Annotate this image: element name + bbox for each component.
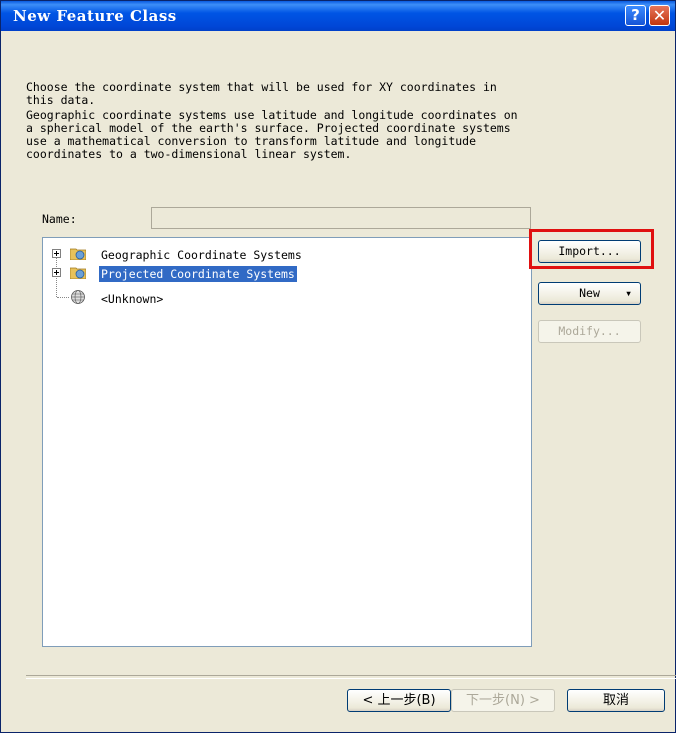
back-button[interactable]: < 上一步(B)	[347, 689, 451, 712]
tree-item-label: Projected Coordinate Systems	[99, 266, 297, 282]
footer-separator	[26, 675, 676, 679]
next-button[interactable]: 下一步(N) >	[451, 689, 555, 712]
help-button[interactable]: ?	[625, 5, 646, 26]
description-line-1: Choose the coordinate system that will b…	[26, 80, 497, 94]
coordinate-system-tree[interactable]: Geographic Coordinate Systems Projected …	[42, 237, 532, 647]
tree-item-geographic[interactable]: Geographic Coordinate Systems	[43, 245, 523, 263]
window-title: New Feature Class	[13, 7, 177, 25]
close-button[interactable]: ✕	[649, 5, 670, 26]
dialog-window: New Feature Class ? ✕ Choose the coordin…	[0, 0, 676, 733]
expand-icon[interactable]	[52, 249, 61, 258]
tree-item-label: Geographic Coordinate Systems	[101, 248, 302, 262]
name-label: Name:	[42, 212, 77, 226]
name-field[interactable]	[151, 207, 531, 229]
new-button[interactable]: New ▾	[538, 282, 641, 305]
import-highlight-box	[529, 229, 654, 269]
modify-button[interactable]: Modify...	[538, 320, 641, 343]
tree-item-label: <Unknown>	[101, 292, 164, 306]
globe-icon	[71, 290, 85, 304]
expand-icon[interactable]	[52, 268, 61, 277]
title-bar[interactable]: New Feature Class ? ✕	[1, 1, 675, 31]
cancel-button[interactable]: 取消	[567, 689, 665, 712]
tree-item-projected[interactable]: Projected Coordinate Systems	[43, 264, 523, 282]
tree-item-unknown[interactable]: <Unknown>	[43, 289, 523, 307]
folder-globe-icon	[70, 267, 86, 279]
chevron-down-icon: ▾	[625, 286, 632, 300]
description-line-2: this data.	[26, 93, 96, 107]
description-line-6: coordinates to a two-dimensional linear …	[26, 147, 352, 161]
folder-globe-icon	[70, 248, 86, 260]
new-button-label: New	[579, 286, 600, 300]
